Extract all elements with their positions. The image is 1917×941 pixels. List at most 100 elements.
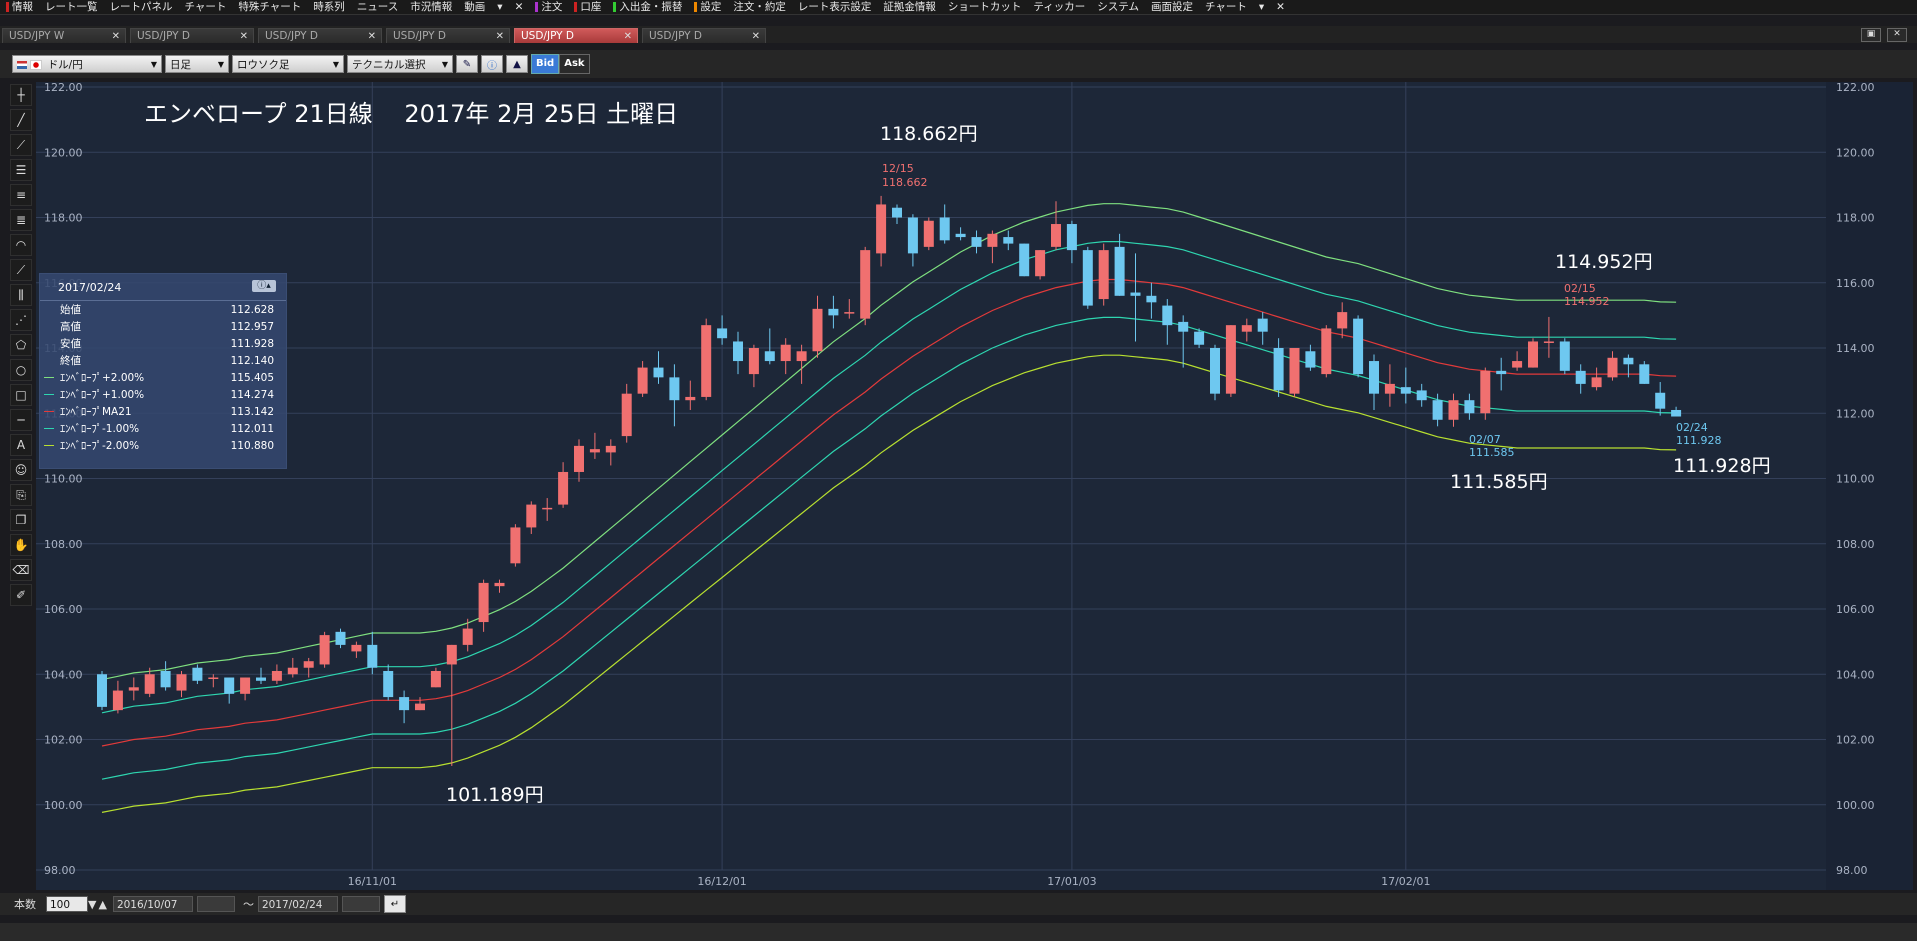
hand-tool-icon[interactable]: ✋ bbox=[10, 534, 32, 556]
candle-body bbox=[701, 325, 712, 397]
close-tab-icon[interactable]: ✕ bbox=[752, 29, 760, 44]
menu-item-9[interactable]: ▾ bbox=[491, 0, 508, 14]
text-tool-icon[interactable]: A bbox=[10, 434, 32, 456]
technical-select[interactable]: テクニカル選択 ▼ bbox=[347, 55, 453, 73]
menu-item-21[interactable]: 画面設定 bbox=[1145, 0, 1199, 14]
icon-tool-icon[interactable]: ☺ bbox=[10, 459, 32, 481]
trend-line-tool-icon[interactable]: ╱ bbox=[10, 109, 32, 131]
candle-body bbox=[319, 635, 330, 665]
y-tick-label-left: 104.00 bbox=[44, 668, 83, 681]
candle-body bbox=[256, 677, 266, 681]
bid-button[interactable]: Bid bbox=[531, 54, 560, 74]
menu-item-3[interactable]: チャート bbox=[179, 0, 233, 14]
multi-lines-tool-icon[interactable]: ≡ bbox=[10, 184, 32, 206]
stacked-lines-tool-icon[interactable]: ≣ bbox=[10, 209, 32, 231]
close-tab-icon[interactable]: ✕ bbox=[368, 29, 376, 44]
menu-item-12[interactable]: 口座 bbox=[568, 0, 607, 14]
chart-tab[interactable]: USD/JPY D ✕ bbox=[642, 28, 766, 43]
candle-body bbox=[987, 233, 998, 247]
menu-item-22[interactable]: チャート bbox=[1199, 0, 1253, 14]
menu-item-1[interactable]: レート一覧 bbox=[39, 0, 104, 14]
count-down-icon[interactable]: ▼ bbox=[88, 898, 96, 911]
ask-button[interactable]: Ask bbox=[559, 54, 590, 74]
menu-item-20[interactable]: システム bbox=[1091, 0, 1145, 14]
close-window-button[interactable]: ✕ bbox=[1887, 28, 1907, 42]
menu-item-label: ▾ bbox=[497, 1, 503, 13]
menu-item-6[interactable]: ニュース bbox=[351, 0, 404, 14]
menu-item-13[interactable]: 入出金・振替 bbox=[607, 0, 688, 14]
menu-item-2[interactable]: レートパネル bbox=[104, 0, 179, 14]
candle-body bbox=[1369, 361, 1379, 394]
chart-type-select[interactable]: ロウソク足 ▼ bbox=[232, 55, 344, 73]
data-info-panel[interactable]: 2017/02/24 ⓘ▴ 始値 112.628 高値 112.957 安値 111.92… bbox=[39, 273, 287, 469]
menu-item-14[interactable]: 設定 bbox=[688, 0, 727, 14]
menu-item-8[interactable]: 動画 bbox=[458, 0, 491, 14]
count-field[interactable]: 100 bbox=[46, 896, 88, 912]
menu-item-24[interactable]: ✕ bbox=[1270, 0, 1291, 14]
candlestick-chart[interactable]: 122.00 122.00 120.00 120.00 118.00 118.00 116.… bbox=[36, 82, 1913, 890]
to-time-field[interactable] bbox=[341, 896, 380, 912]
close-tab-icon[interactable]: ✕ bbox=[112, 29, 120, 44]
channel-tool-icon[interactable]: ⫼ bbox=[10, 284, 32, 306]
info-label: ｴﾝﾍﾞﾛｰﾌﾟMA21 bbox=[60, 406, 132, 418]
pitchfork-tool-icon[interactable]: ⋰ bbox=[10, 309, 32, 331]
pencil-icon: ✎ bbox=[462, 58, 472, 70]
reset-range-button[interactable]: ↵ bbox=[383, 895, 406, 913]
pencil-draw-button[interactable]: ✎ bbox=[456, 55, 478, 73]
to-date: 2017/02/24 bbox=[261, 899, 323, 911]
menu-item-17[interactable]: 証拠金情報 bbox=[877, 0, 942, 14]
horizontal-lines-tool-icon[interactable]: ☰ bbox=[10, 159, 32, 181]
candle-body bbox=[351, 644, 362, 652]
area-chart-button[interactable]: ▲ bbox=[506, 55, 528, 73]
chart-tab[interactable]: USD/JPY W ✕ bbox=[2, 28, 126, 43]
info-toggle-button[interactable]: ⓘ▴ bbox=[252, 280, 276, 292]
menu-item-7[interactable]: 市況情報 bbox=[404, 0, 458, 14]
menu-item-18[interactable]: ショートカット bbox=[942, 0, 1028, 14]
hline-tool-icon[interactable]: ─ bbox=[10, 409, 32, 431]
candle-body bbox=[1639, 364, 1650, 384]
from-date-field[interactable]: 2016/10/07 bbox=[112, 896, 193, 912]
restore-window-button[interactable]: ▣ bbox=[1861, 28, 1881, 42]
candle-body bbox=[415, 703, 425, 711]
menu-item-4[interactable]: 特殊チャート bbox=[232, 0, 307, 14]
candle-body bbox=[1559, 341, 1570, 371]
to-date-field[interactable]: 2017/02/24 bbox=[257, 896, 338, 912]
eraser-tool-icon[interactable]: ⌫ bbox=[10, 559, 32, 581]
settings-tool-icon[interactable]: ✐ bbox=[10, 584, 32, 606]
candle-body bbox=[208, 677, 219, 680]
info-button[interactable]: ⓘ bbox=[481, 55, 503, 73]
menu-item-0[interactable]: 情報 bbox=[0, 0, 39, 14]
menu-item-19[interactable]: ティッカー bbox=[1027, 0, 1091, 14]
menu-item-16[interactable]: レート表示設定 bbox=[792, 0, 878, 14]
candle-body bbox=[828, 308, 839, 316]
menu-item-15[interactable]: 注文・約定 bbox=[727, 0, 792, 14]
duplicate-tool-icon[interactable]: ❐ bbox=[10, 509, 32, 531]
count-up-icon[interactable]: ▲ bbox=[98, 898, 106, 911]
chart-tab[interactable]: USD/JPY D ✕ bbox=[514, 28, 638, 43]
period-select[interactable]: 日足 ▼ bbox=[165, 55, 229, 73]
polygon-tool-icon[interactable]: ⬠ bbox=[10, 334, 32, 356]
menu-item-11[interactable]: 注文 bbox=[529, 0, 568, 14]
circle-tool-icon[interactable]: ○ bbox=[10, 359, 32, 381]
rectangle-tool-icon[interactable]: □ bbox=[10, 384, 32, 406]
fib-fan-tool-icon[interactable]: ⟋ bbox=[10, 259, 32, 281]
currency-pair-select[interactable]: ドル/円 ▼ bbox=[12, 55, 162, 73]
menu-item-23[interactable]: ▾ bbox=[1253, 0, 1270, 14]
close-tab-icon[interactable]: ✕ bbox=[496, 29, 504, 44]
crosshair-tool-icon[interactable]: ┼ bbox=[10, 84, 32, 106]
menu-item-5[interactable]: 時系列 bbox=[307, 0, 351, 14]
close-tab-icon[interactable]: ✕ bbox=[624, 29, 632, 44]
candle-body bbox=[478, 582, 489, 623]
menu-item-10[interactable]: ✕ bbox=[509, 0, 530, 14]
chart-tab[interactable]: USD/JPY D ✕ bbox=[386, 28, 510, 43]
chart-tab[interactable]: USD/JPY D ✕ bbox=[130, 28, 254, 43]
copy-tool-icon[interactable]: ⎘ bbox=[10, 484, 32, 506]
chart-tab[interactable]: USD/JPY D ✕ bbox=[258, 28, 382, 43]
close-tab-icon[interactable]: ✕ bbox=[240, 29, 248, 44]
from-time-field[interactable] bbox=[196, 896, 235, 912]
info-row: ｴﾝﾍﾞﾛｰﾌﾟ-2.00% 110.880 bbox=[40, 437, 286, 454]
ray-tool-icon[interactable]: ⟋ bbox=[10, 134, 32, 156]
menu-item-label: 時系列 bbox=[313, 1, 345, 13]
candle-body bbox=[1353, 318, 1364, 375]
fan-tool-icon[interactable]: ◠ bbox=[10, 234, 32, 256]
